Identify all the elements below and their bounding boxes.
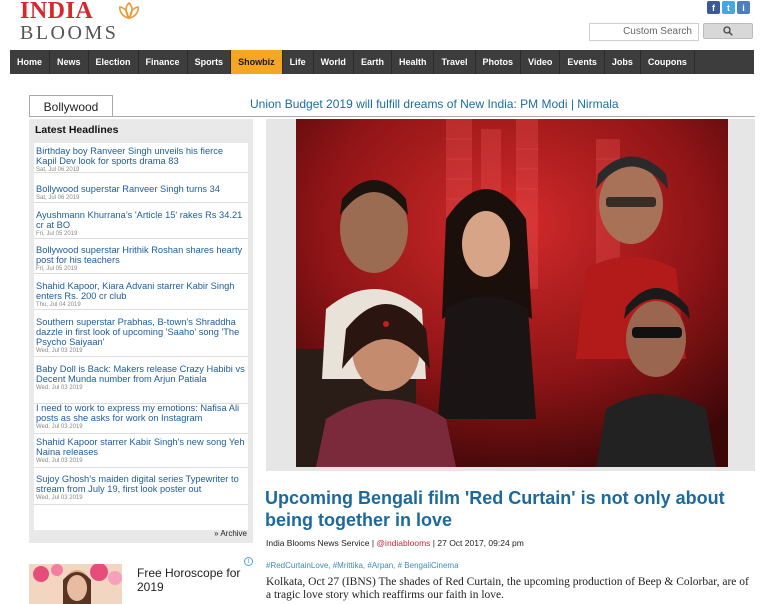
article-hero-image[interactable] <box>296 119 728 467</box>
search-icon <box>723 26 733 36</box>
headline-item[interactable]: Ayushmann Khurrana’s 'Article 15' rakes … <box>34 207 248 239</box>
nav-life[interactable]: Life <box>283 50 314 74</box>
article-byline: India Blooms News Service | @indiablooms… <box>266 538 524 548</box>
headline-item[interactable]: Sujoy Ghosh’s maiden digital series Type… <box>34 471 248 505</box>
horoscope-thumbnail[interactable] <box>29 564 122 604</box>
article-lede: Kolkata, Oct 27 (IBNS) The shades of Red… <box>266 576 749 601</box>
nav-sports[interactable]: Sports <box>188 50 232 74</box>
headline-item[interactable]: Bollywood superstar Ranveer Singh turns … <box>34 181 248 203</box>
nav-jobs[interactable]: Jobs <box>605 50 641 74</box>
article-handle[interactable]: @indiablooms <box>376 538 430 548</box>
logo-blooms-text: BLOOMS <box>20 22 119 44</box>
headline-link[interactable]: Shahid Kapoor starrer Kabir Singh's new … <box>36 437 246 457</box>
nav-health[interactable]: Health <box>392 50 435 74</box>
headline-link[interactable]: Baby Doll is Back: Makers release Crazy … <box>36 364 246 384</box>
twitter-icon[interactable]: t <box>722 1 735 14</box>
headline-date: Thu, Jul 04 2019 <box>36 302 81 308</box>
article-source: India Blooms News Service <box>266 538 370 548</box>
headline-item[interactable]: Southern superstar Prabhas, B-town’s Shr… <box>34 314 248 357</box>
nav-showbiz[interactable]: Showbiz <box>231 50 283 74</box>
nav-coupons[interactable]: Coupons <box>641 50 695 74</box>
headline-link[interactable]: Shahid Kapoor, Kiara Advani starrer Kabi… <box>36 281 246 301</box>
latest-headlines-title: Latest Headlines <box>35 124 119 136</box>
headline-date: Sat, Jul 06 2019 <box>36 167 80 173</box>
headline-date: Fri, Jul 05 2019 <box>36 231 78 237</box>
tab-divider <box>29 116 755 117</box>
article-tags[interactable]: #RedCurtainLove, #Mrittika, #Arpan, # Be… <box>266 561 459 570</box>
site-logo[interactable]: INDIA BLOOMS <box>20 0 150 44</box>
headline-date: Sat, Jul 06 2019 <box>36 195 80 201</box>
archive-link[interactable]: » Archive <box>214 529 247 538</box>
nav-home[interactable]: Home <box>10 50 51 74</box>
nav-earth[interactable]: Earth <box>354 50 392 74</box>
social-links: f t i <box>707 1 750 14</box>
nav-finance[interactable]: Finance <box>139 50 188 74</box>
instagram-icon[interactable]: i <box>737 1 750 14</box>
headline-item[interactable]: Shahid Kapoor starrer Kabir Singh's new … <box>34 434 248 468</box>
headline-date: Fri, Jul 05 2019 <box>36 266 78 272</box>
nav-election[interactable]: Election <box>89 50 139 74</box>
article-title[interactable]: Upcoming Bengali film 'Red Curtain' is n… <box>265 487 755 531</box>
headline-item[interactable]: Bollywood superstar Hrithik Roshan share… <box>34 242 248 274</box>
ad-info-icon[interactable]: i <box>244 557 253 566</box>
search-input[interactable]: Custom Search <box>589 23 699 41</box>
article-datetime: 27 Oct 2017, 09:24 pm <box>437 538 524 548</box>
headline-link[interactable]: I need to work to express my emotions: N… <box>36 403 246 423</box>
tab-bollywood[interactable]: Bollywood <box>29 95 113 117</box>
news-ticker[interactable]: Union Budget 2019 will fulfill dreams of… <box>250 97 619 111</box>
main-nav: Home News Election Finance Sports Showbi… <box>10 50 754 74</box>
headline-link[interactable]: Birthday boy Ranveer Singh unveils his f… <box>36 146 246 166</box>
headline-date: Wed, Jul 03 2019 <box>36 424 83 430</box>
headline-link[interactable]: Sujoy Ghosh’s maiden digital series Type… <box>36 474 246 494</box>
headline-item[interactable]: I need to work to express my emotions: N… <box>34 400 248 434</box>
headline-date: Wed, Jul 03 2019 <box>36 495 83 501</box>
latest-headlines-panel: Latest Headlines Birthday boy Ranveer Si… <box>29 119 253 543</box>
headline-link[interactable]: Bollywood superstar Hrithik Roshan share… <box>36 245 246 265</box>
search-button[interactable] <box>703 23 753 39</box>
headline-item[interactable]: Baby Doll is Back: Makers release Crazy … <box>34 361 248 404</box>
nav-events[interactable]: Events <box>560 50 605 74</box>
headline-item[interactable]: Shahid Kapoor, Kiara Advani starrer Kabi… <box>34 278 248 310</box>
headline-list: Birthday boy Ranveer Singh unveils his f… <box>34 143 248 530</box>
headline-date: Wed, Jul 03 2019 <box>36 348 83 354</box>
lotus-logo-icon <box>119 2 139 20</box>
headline-date: Wed, Jul 03 2019 <box>36 385 83 391</box>
headline-item[interactable]: Birthday boy Ranveer Singh unveils his f… <box>34 143 248 173</box>
headline-date: Wed, Jul 03 2019 <box>36 458 83 464</box>
nav-travel[interactable]: Travel <box>434 50 476 74</box>
headline-link[interactable]: Southern superstar Prabhas, B-town’s Shr… <box>36 317 246 347</box>
facebook-icon[interactable]: f <box>707 1 720 14</box>
headline-link[interactable]: Bollywood superstar Ranveer Singh turns … <box>36 184 246 194</box>
nav-news[interactable]: News <box>50 50 89 74</box>
headline-link[interactable]: Ayushmann Khurrana’s 'Article 15' rakes … <box>36 210 246 230</box>
nav-photos[interactable]: Photos <box>476 50 521 74</box>
nav-world[interactable]: World <box>314 50 354 74</box>
nav-video[interactable]: Video <box>521 50 561 74</box>
horoscope-link[interactable]: Free Horoscope for 2019 <box>137 566 249 594</box>
